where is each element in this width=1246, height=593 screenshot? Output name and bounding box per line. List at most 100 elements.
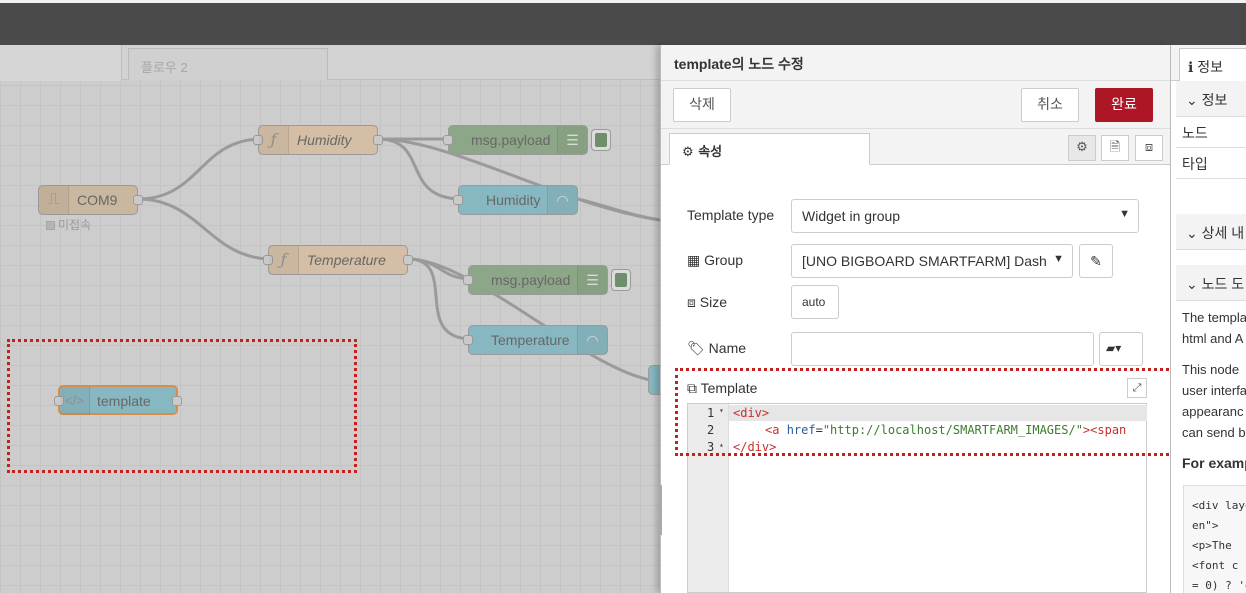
input-port[interactable]	[443, 135, 453, 145]
help-code-example: <div layo en"> <p>The <font c = 0) ? 'g	[1183, 485, 1246, 593]
done-button[interactable]: 완료	[1095, 88, 1153, 122]
output-port[interactable]	[373, 135, 383, 145]
node-label: COM9	[77, 192, 118, 208]
code-line: <font c	[1192, 559, 1239, 572]
code-line: <div layo	[1192, 499, 1246, 512]
chevron-down-icon: ⌄	[1186, 92, 1198, 108]
group-label: ▦ Group	[687, 252, 743, 269]
node-temperature-function[interactable]: ƒ Temperature	[263, 245, 413, 275]
node-label: msg.payload	[491, 272, 571, 288]
select-value: Widget in group	[802, 208, 901, 224]
status-dot-icon	[46, 221, 55, 230]
toggle-indicator	[615, 273, 627, 287]
input-port[interactable]	[463, 275, 473, 285]
wire-gauge-out	[577, 197, 660, 222]
tag-icon: 🏷	[687, 340, 705, 356]
output-port[interactable]	[403, 255, 413, 265]
name-label: 🏷 Name	[687, 340, 746, 357]
tab-properties[interactable]: ⚙ 속성	[669, 133, 870, 165]
section-title: 상세 내	[1201, 225, 1245, 241]
template-editor-highlight	[675, 368, 1235, 456]
top-header-bar	[0, 0, 1246, 45]
template-type-select[interactable]: Widget in group ▼	[791, 199, 1139, 233]
section-node-help[interactable]: ⌄ 노드 도	[1176, 265, 1246, 301]
tab-label: 속성	[698, 145, 723, 160]
debug-list-icon: ☰	[577, 266, 607, 294]
input-port[interactable]	[453, 195, 463, 205]
name-label-text: Name	[708, 340, 747, 356]
template-type-label: Template type	[687, 207, 775, 223]
tray-toolbar: 삭제 취소 완료	[661, 81, 1170, 129]
node-humidity-gauge[interactable]: Humidity ◠	[453, 185, 578, 215]
sidebar-tabbar: ℹ 정보	[1171, 45, 1246, 82]
gear-icon[interactable]: ⚙	[1068, 135, 1096, 161]
node-label: Humidity	[486, 192, 541, 208]
delete-button[interactable]: 삭제	[673, 88, 731, 122]
node-com9[interactable]: ⎍ COM9	[38, 185, 143, 215]
status-text: 미접속	[58, 218, 92, 232]
help-line: appearanc	[1182, 404, 1244, 419]
input-port[interactable]	[463, 335, 473, 345]
icon-picker-button[interactable]: ▰▾	[1099, 332, 1143, 366]
help-line: This node	[1182, 362, 1240, 377]
tab-info[interactable]: ℹ 정보	[1179, 48, 1246, 82]
output-port[interactable]	[133, 195, 143, 205]
wire-temperature-gauge	[407, 257, 473, 341]
toggle-indicator	[595, 133, 607, 147]
help-line: The templa	[1182, 310, 1246, 325]
help-line: user interfa	[1182, 383, 1246, 398]
gear-icon: ⚙	[682, 145, 694, 160]
select-value: [UNO BIGBOARD SMARTFARM] Dash	[802, 253, 1047, 269]
help-paragraph-2: This node user interfa appearanc can sen…	[1182, 359, 1246, 443]
edit-group-button[interactable]: ✎	[1079, 244, 1113, 278]
chevron-down-icon: ⌄	[1186, 225, 1198, 241]
function-icon: ƒ	[269, 246, 299, 274]
serial-wave-icon: ⎍	[39, 186, 69, 214]
node-label: Temperature	[491, 332, 570, 348]
help-line: can send b	[1182, 425, 1246, 440]
section-title: 노드 도	[1201, 276, 1245, 292]
book-icon: ▰▾	[1106, 341, 1122, 355]
tray-title: template의 노드 수정	[661, 45, 1170, 81]
row-type: 타입	[1176, 148, 1246, 179]
node-humidity-function[interactable]: ƒ Humidity	[253, 125, 383, 155]
section-info[interactable]: ⌄ 정보	[1176, 81, 1246, 117]
code-line: <p>The	[1192, 539, 1232, 552]
node-status: 미접속	[46, 216, 91, 233]
pencil-icon: ✎	[1090, 253, 1102, 269]
info-sidebar: ℹ 정보 ⌄ 정보 노드 타입 ⌄ 상세 내 ⌄ 노드 도 The templa…	[1170, 45, 1246, 593]
debug-list-icon: ☰	[557, 126, 587, 154]
node-label: Temperature	[307, 252, 386, 268]
cancel-button[interactable]: 취소	[1021, 88, 1079, 122]
tray-resize-handle[interactable]	[659, 485, 662, 535]
chevron-down-icon: ▼	[1119, 208, 1130, 220]
template-node-highlight	[7, 339, 357, 473]
node-offscreen[interactable]	[648, 365, 660, 395]
size-label: ⧈ Size	[687, 294, 727, 311]
help-paragraph-1: The templa html and A	[1182, 307, 1246, 349]
row-node: 노드	[1176, 117, 1246, 148]
flow-workspace[interactable]: 플로우 2 ⎍ COM9 미접속 ƒ Humidity msg.payload …	[0, 45, 660, 593]
node-humidity-debug[interactable]: msg.payload ☰	[443, 125, 588, 155]
gauge-icon: ◠	[547, 186, 577, 214]
document-icon[interactable]: 🗎	[1101, 135, 1129, 161]
size-button[interactable]: auto	[791, 285, 839, 319]
node-label: msg.payload	[471, 132, 551, 148]
wire-com9-temperature	[137, 197, 273, 261]
group-select[interactable]: [UNO BIGBOARD SMARTFARM] Dash ▼	[791, 244, 1073, 278]
chevron-down-icon: ▼	[1053, 253, 1064, 265]
code-line: = 0) ? 'g	[1192, 579, 1246, 592]
node-temperature-gauge[interactable]: Temperature ◠	[463, 325, 608, 355]
node-label: Humidity	[297, 132, 352, 148]
name-input[interactable]	[791, 332, 1094, 366]
section-details[interactable]: ⌄ 상세 내	[1176, 214, 1246, 250]
help-line: html and A	[1182, 331, 1244, 346]
group-label-text: Group	[704, 252, 744, 268]
debug-toggle-button[interactable]	[611, 269, 631, 291]
node-temperature-debug[interactable]: msg.payload ☰	[463, 265, 608, 295]
frame-icon[interactable]: ⧈	[1135, 135, 1163, 161]
gauge-icon: ◠	[577, 326, 607, 354]
debug-toggle-button[interactable]	[591, 129, 611, 151]
tray-tabs: ⚙ 속성 ⚙ 🗎 ⧈	[661, 129, 1170, 165]
tab-label: 정보	[1197, 59, 1223, 75]
